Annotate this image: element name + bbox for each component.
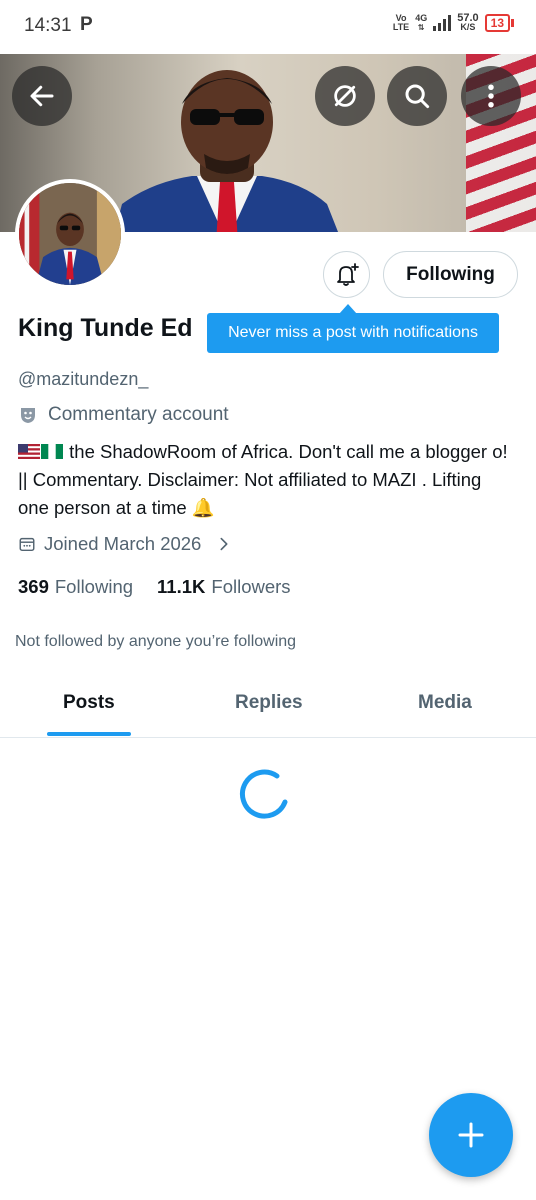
banner-portrait-image xyxy=(114,70,339,232)
status-indicators: Vo LTE 4G ⇅ 57.0 K/S 13 xyxy=(392,13,514,33)
bell-plus-icon xyxy=(336,262,359,286)
profile-handle: @mazitundezn_ xyxy=(18,369,149,389)
grok-button[interactable] xyxy=(315,66,375,126)
following-button[interactable]: Following xyxy=(383,251,518,298)
compose-post-button[interactable] xyxy=(429,1093,513,1177)
notification-p-icon: P xyxy=(80,14,93,35)
slashed-circle-icon xyxy=(334,85,356,107)
notifications-bell-button[interactable] xyxy=(323,251,370,298)
more-options-button[interactable] xyxy=(461,66,521,126)
mutual-followers-note: Not followed by anyone you’re following xyxy=(15,633,297,650)
tab-media[interactable]: Media xyxy=(418,692,472,714)
notification-tooltip[interactable]: Never miss a post with notifications xyxy=(207,313,499,353)
battery-level: 13 xyxy=(484,14,510,32)
followers-label: Followers xyxy=(211,576,291,597)
tab-posts[interactable]: Posts xyxy=(63,692,115,714)
battery-icon: 13 xyxy=(484,14,514,32)
calendar-icon xyxy=(19,537,35,552)
bell-emoji-icon: 🔔 xyxy=(191,497,215,518)
following-count-link[interactable]: 369 Following xyxy=(18,576,133,598)
network-indicator: 4G ⇅ xyxy=(415,13,428,33)
following-label: Following xyxy=(54,576,134,597)
follow-counts: 369 Following 11.1K Followers xyxy=(18,576,291,598)
search-icon xyxy=(405,84,430,109)
nigeria-flag-icon xyxy=(41,444,63,459)
profile-bio: the ShadowRoom of Africa. Don't call me … xyxy=(18,438,508,522)
joined-date-row[interactable]: Joined March 2026 xyxy=(18,533,233,555)
tab-replies[interactable]: Replies xyxy=(235,692,303,714)
theater-masks-icon xyxy=(21,408,35,423)
status-time: 14:31 xyxy=(24,15,72,36)
display-name: King Tunde Ed xyxy=(18,314,193,342)
profile-tabs: Posts Replies Media xyxy=(0,670,536,738)
joined-date: Joined March 2026 xyxy=(44,533,202,554)
avatar[interactable] xyxy=(15,179,125,289)
arrow-left-icon xyxy=(30,85,54,107)
network-type: 4G xyxy=(415,13,428,23)
search-button[interactable] xyxy=(387,66,447,126)
account-label-text: Commentary account xyxy=(48,404,229,425)
avatar-portrait-image xyxy=(19,183,121,285)
following-count: 369 xyxy=(18,576,49,597)
back-button[interactable] xyxy=(12,66,72,126)
network-speed: 57.0 K/S xyxy=(457,13,478,32)
speed-unit: K/S xyxy=(460,22,476,32)
plus-icon xyxy=(458,1122,484,1148)
bio-text: the ShadowRoom of Africa. Don't call me … xyxy=(18,441,508,518)
active-tab-indicator xyxy=(47,732,131,736)
volte-indicator: Vo LTE xyxy=(392,13,410,32)
account-label[interactable]: Commentary account xyxy=(18,404,229,426)
chevron-right-icon xyxy=(220,537,228,551)
status-bar: 14:31 P Vo LTE 4G ⇅ 57.0 K/S 13 xyxy=(0,0,536,54)
followers-count: 11.1K xyxy=(157,576,206,597)
more-vertical-icon xyxy=(488,84,494,108)
loading-spinner-icon xyxy=(240,769,288,819)
followers-count-link[interactable]: 11.1K Followers xyxy=(157,576,291,598)
signal-icon xyxy=(433,15,452,31)
data-arrows-icon: ⇅ xyxy=(417,23,425,32)
us-flag-icon xyxy=(18,444,40,459)
